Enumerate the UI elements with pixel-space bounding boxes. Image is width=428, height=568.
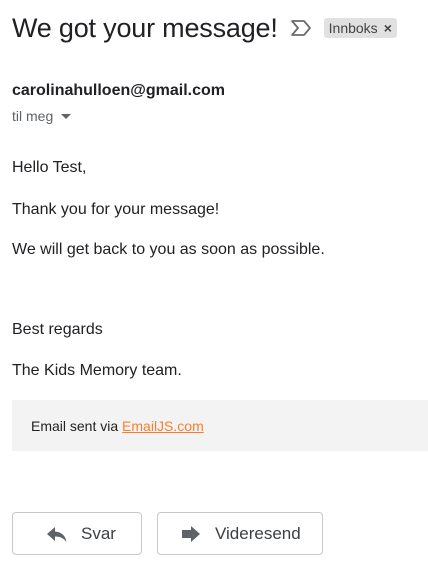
emailjs-link[interactable]: EmailJS.com	[122, 418, 204, 434]
label-chip-inbox[interactable]: Innboks ×	[323, 18, 397, 38]
recipient-text: til meg	[12, 108, 54, 124]
label-chip-text: Innboks	[328, 20, 378, 36]
body-thanks: Thank you for your message!	[12, 201, 220, 218]
reply-arrow-icon	[46, 525, 68, 543]
reply-button[interactable]: Svar	[12, 512, 142, 555]
footer-text: Email sent via EmailJS.com	[31, 418, 204, 434]
reply-button-label: Svar	[81, 523, 116, 543]
body-followup: We will get back to you as soon as possi…	[12, 241, 325, 258]
footer-prefix: Email sent via	[31, 417, 123, 434]
forward-button-label: Videresend	[215, 523, 301, 543]
important-marker-icon[interactable]	[290, 19, 312, 37]
body-greeting: Hello Test,	[12, 159, 87, 176]
email-footer: Email sent via EmailJS.com	[12, 400, 428, 451]
remove-label-icon[interactable]: ×	[384, 21, 392, 35]
caret-down-icon[interactable]	[61, 113, 72, 119]
forward-arrow-icon	[180, 525, 202, 543]
recipient-details-toggle[interactable]: til meg	[12, 108, 72, 124]
sender-email: carolinahulloen@gmail.com	[12, 82, 225, 99]
body-signature: The Kids Memory team.	[12, 362, 182, 379]
email-subject: We got your message!	[12, 12, 278, 43]
body-signoff: Best regards	[12, 321, 103, 338]
forward-button[interactable]: Videresend	[157, 512, 323, 555]
email-header: We got your message! Innboks ×	[12, 10, 422, 46]
